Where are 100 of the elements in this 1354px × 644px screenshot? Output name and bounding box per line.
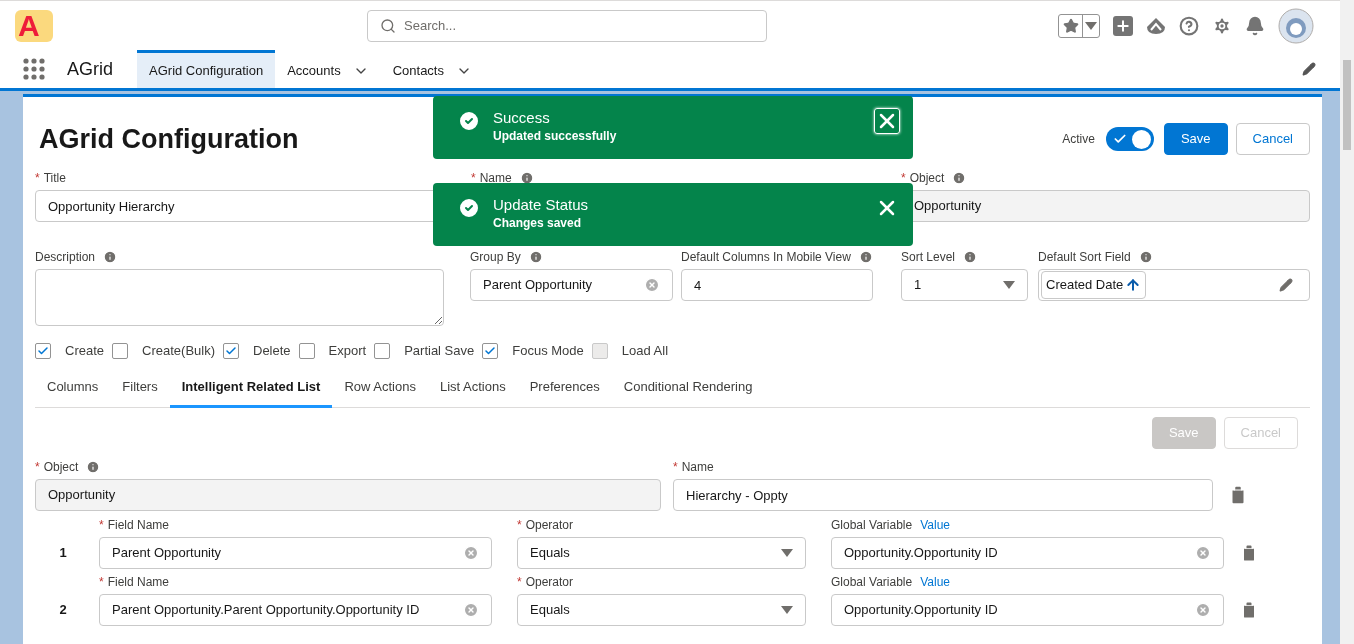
info-icon[interactable] [528,250,543,264]
field-label: Group By [470,249,521,266]
check-icon [225,345,237,357]
toast-title: Update Status [493,195,590,215]
sort-pill[interactable]: Created Date [1041,271,1147,299]
checkbox-label: Load All [621,342,669,361]
info-icon[interactable] [858,250,873,264]
section-tab[interactable]: Filters [110,369,170,408]
info-icon[interactable] [519,171,534,185]
info-icon[interactable] [86,460,101,474]
nav-tab[interactable]: Accounts [275,50,381,88]
section-tab[interactable]: Intelligent Related List [169,369,333,408]
required-mark: * [901,170,906,187]
checkbox-label: Create [65,342,105,361]
section-tab[interactable]: Row Actions [332,369,428,408]
caret-icon [781,606,793,614]
required-mark: * [99,517,104,534]
caret-icon [1003,281,1015,289]
avatar[interactable] [1278,7,1314,44]
section-tab[interactable]: Columns [35,369,111,408]
edit-icon[interactable] [1279,278,1293,292]
required-mark: * [471,170,476,187]
field-label: Operator [525,517,574,534]
toast-message: Changes saved [493,215,583,231]
field-label: Field Name [107,517,170,534]
info-icon[interactable] [963,250,978,264]
field-label: Global Variable [831,574,913,591]
lookup-field[interactable]: Parent Opportunity.Parent Opportunity.Opportunity ID [99,594,492,626]
help-icon[interactable] [1179,15,1199,36]
checkbox[interactable] [112,343,129,359]
section-tab[interactable]: List Actions [427,369,518,408]
star-icon [1062,17,1079,34]
checkbox-label: Partial Save [404,342,475,361]
caret-icon [781,549,793,557]
app-launcher-icon[interactable] [23,58,45,80]
checkbox[interactable] [35,343,51,359]
search-icon [380,17,396,34]
success-icon [457,109,481,133]
required-mark: * [673,459,678,476]
row-number: 2 [59,601,67,620]
check-icon [37,345,49,357]
info-icon[interactable] [1138,250,1153,264]
required-mark: * [517,574,522,591]
close-button[interactable] [874,108,900,134]
active-toggle[interactable] [1105,127,1154,151]
checkbox-label: Focus Mode [512,342,584,361]
check-icon [484,345,497,357]
field-label: Default Sort Field [1038,249,1131,266]
text-field[interactable]: 4 [681,269,873,301]
cancel-button[interactable]: Cancel [1235,123,1310,155]
required-mark: * [35,459,40,476]
lookup-field[interactable]: Parent Opportunity [470,269,673,301]
lookup-field[interactable]: Opportunity.Opportunity ID [831,537,1224,569]
mountain-icon[interactable] [1146,16,1166,35]
scrollbar-thumb[interactable] [1343,60,1351,150]
settings-icon[interactable] [1212,15,1232,36]
checkbox[interactable] [374,343,391,359]
select-field[interactable]: Equals [517,594,806,626]
select-field[interactable]: Equals [517,537,806,569]
add-icon[interactable] [1113,15,1133,36]
edit-icon[interactable] [1302,62,1316,76]
field-label: Object [43,459,79,476]
required-mark: * [517,517,522,534]
favorites-button[interactable] [1058,13,1100,38]
field-label: Sort Level [901,249,956,266]
caret-icon [1085,21,1097,30]
readonly-field: Opportunity [35,479,661,511]
info-icon[interactable] [952,171,967,185]
value-link[interactable]: Value [920,516,950,534]
select-field[interactable]: 1 [901,269,1028,301]
info-icon[interactable] [103,250,118,264]
nav-tab[interactable]: AGrid Configuration [137,50,276,88]
section-tab[interactable]: Conditional Rendering [611,369,765,408]
checkbox-label: Create(Bulk) [142,342,215,361]
required-mark: * [99,574,104,591]
lookup-field[interactable]: Parent Opportunity [99,537,492,569]
toggle-label: Active [1062,131,1095,148]
field-label: Object [909,170,945,187]
checkbox-label: Export [328,342,367,361]
checkbox[interactable] [223,343,239,359]
value-link[interactable]: Value [920,573,950,591]
checkbox[interactable] [298,343,315,359]
field-label: Name [681,459,714,476]
text-field[interactable]: Hierarchy - Oppty [673,479,1213,511]
field-label: Global Variable [831,517,913,534]
field-label: Description [35,249,96,266]
search-field[interactable]: Search... [367,9,767,42]
checkbox[interactable] [482,343,499,359]
notifications-icon[interactable] [1245,15,1265,36]
checkbox-label: Delete [253,342,291,361]
toast-title: Success [493,108,551,128]
description-field[interactable] [35,269,444,326]
save-button[interactable]: Save [1163,123,1228,155]
lookup-field[interactable]: Opportunity.Opportunity ID [831,594,1224,626]
toast-message: Updated successfully [493,128,618,144]
row-number: 1 [59,544,67,563]
section-tab[interactable]: Preferences [517,369,612,408]
nav-tab[interactable]: Contacts [380,50,484,88]
app-name: AGrid [67,57,113,81]
page-title: AGrid Configuration [39,122,299,156]
